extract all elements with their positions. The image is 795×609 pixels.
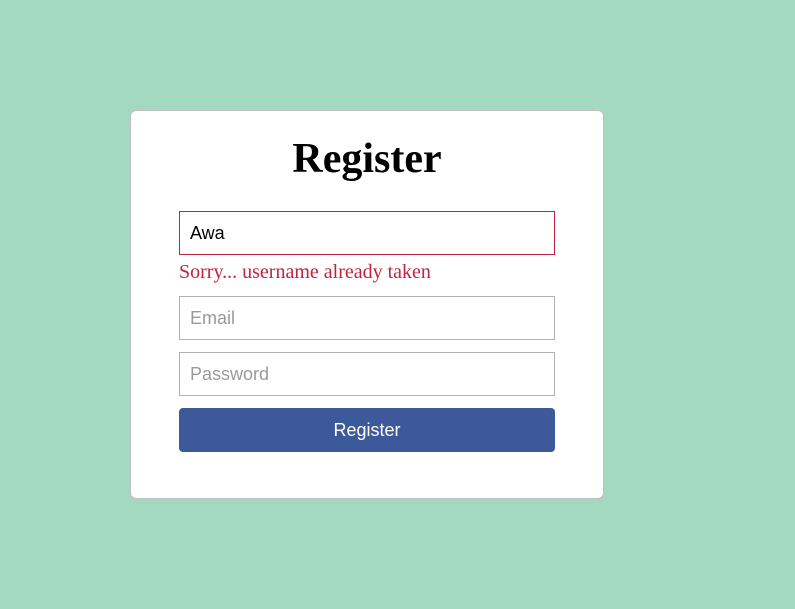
username-input[interactable]	[179, 211, 555, 255]
register-form: Sorry... username already taken Register	[179, 211, 555, 452]
register-button[interactable]: Register	[179, 408, 555, 452]
password-input[interactable]	[179, 352, 555, 396]
email-input[interactable]	[179, 296, 555, 340]
register-card: Register Sorry... username already taken…	[130, 110, 604, 499]
page-title: Register	[292, 135, 441, 183]
username-error: Sorry... username already taken	[179, 261, 555, 284]
